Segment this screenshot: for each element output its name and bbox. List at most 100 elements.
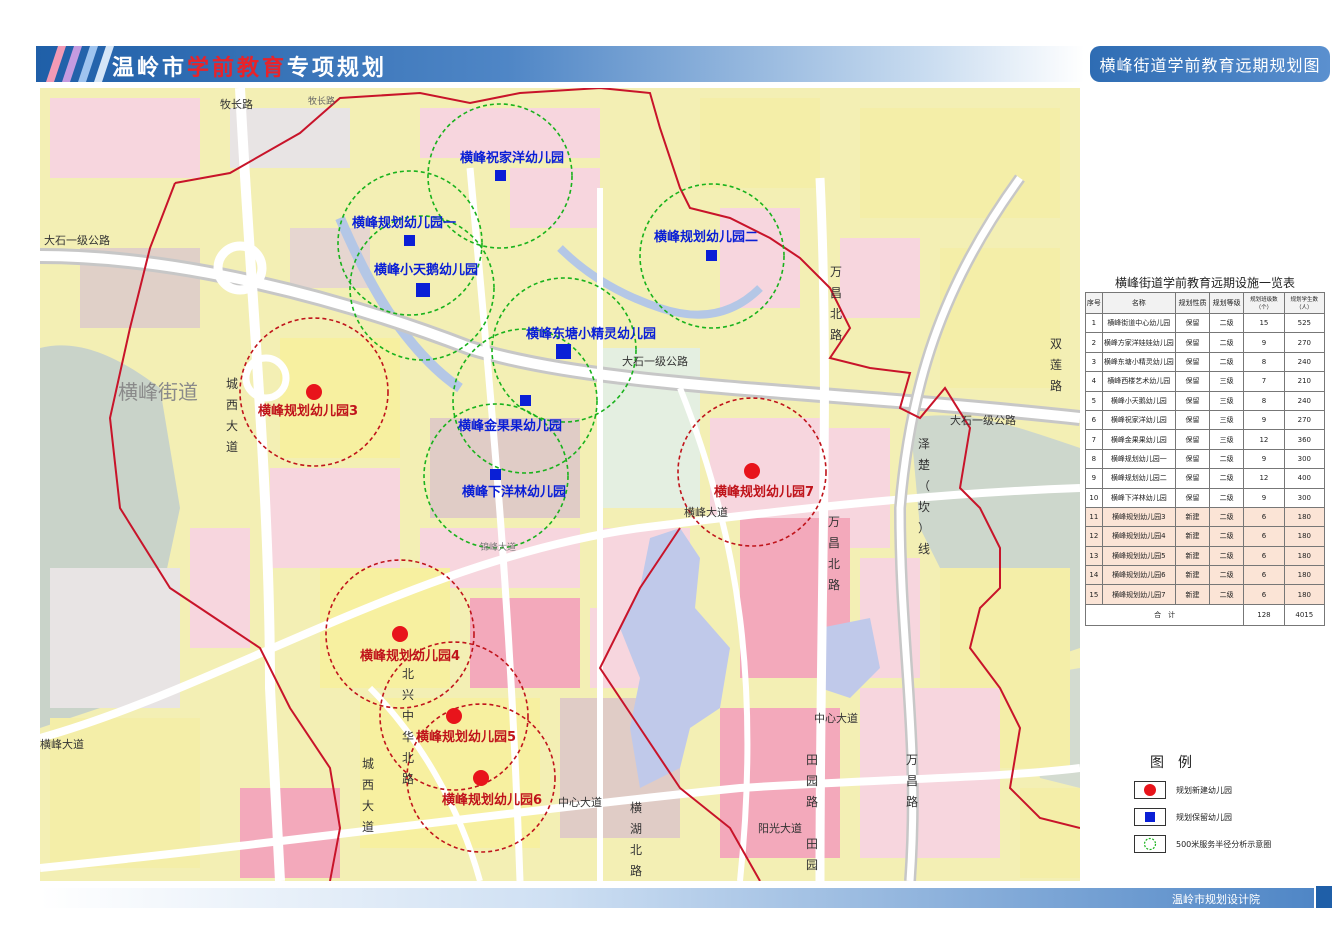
table-cell: 15 xyxy=(1243,312,1285,334)
table-cell: 横峰下洋林幼儿园 xyxy=(1101,487,1176,508)
table-cell: 保留 xyxy=(1174,429,1211,450)
table-row: 2 横峰方家洋娃娃幼儿园 保留 二级 9 270 xyxy=(1085,332,1326,353)
legend-item-new: 规划新建幼儿园 xyxy=(1134,781,1232,799)
table-cell: 保留 xyxy=(1174,371,1211,392)
new-marker[interactable] xyxy=(306,384,322,400)
table-cell: 保留 xyxy=(1174,351,1211,373)
table-cell: 6 xyxy=(1243,565,1285,586)
col-header-classes: 规划班级数（个） xyxy=(1243,292,1285,314)
table-cell: 保留 xyxy=(1174,312,1211,334)
table-cell: 横峰规划幼儿园3 xyxy=(1101,506,1176,528)
retained-school-label: 横峰祝家洋幼儿园 xyxy=(460,150,564,166)
table-row: 5 横峰小天鹅幼儿园 保留 三级 8 240 xyxy=(1085,390,1326,411)
table-cell: 8 xyxy=(1243,390,1285,411)
table-cell: 12 xyxy=(1085,526,1103,547)
table-cell: 横峰规划幼儿园7 xyxy=(1101,584,1176,605)
table-cell: 保留 xyxy=(1174,390,1211,411)
table-cell: 8 xyxy=(1243,351,1285,373)
table-row: 13 横峰规划幼儿园5 新建 二级 6 180 xyxy=(1085,545,1326,567)
legend-symbol-box xyxy=(1134,808,1166,826)
col-header-grade: 规划等级 xyxy=(1209,292,1245,314)
table-cell: 180 xyxy=(1283,584,1326,605)
legend-title: 图例 xyxy=(1150,755,1206,771)
retained-school-label: 横峰小天鹅幼儿园 xyxy=(374,262,478,278)
district-label: 横峰街道 xyxy=(118,380,198,404)
table-cell: 保留 xyxy=(1174,448,1211,470)
road-label: 中心大道 xyxy=(814,711,858,725)
table-row: 6 横峰祝家洋幼儿园 保留 三级 9 270 xyxy=(1085,409,1326,431)
new-marker[interactable] xyxy=(392,626,408,642)
red-dot-icon xyxy=(1144,784,1156,796)
table-cell: 6 xyxy=(1085,409,1103,431)
table-body: 1 横峰街道中心幼儿园 保留 二级 15 525 2 横峰方家洋娃娃幼儿园 保留 二级 9 270 3 横… xyxy=(1085,312,1326,605)
table-row: 4 横峰西楼艺术幼儿园 保留 三级 7 210 xyxy=(1085,371,1326,392)
table-cell: 7 xyxy=(1243,371,1285,392)
table-row: 15 横峰规划幼儿园7 新建 二级 6 180 xyxy=(1085,584,1326,605)
col-header-index: 序号 xyxy=(1085,292,1103,314)
report-title-type: 专项规划 xyxy=(287,56,388,81)
table-cell: 270 xyxy=(1283,409,1326,431)
legend-label: 500米服务半径分析示意圈 xyxy=(1176,839,1272,849)
table-cell: 9 xyxy=(1243,332,1285,353)
new-school-label: 横峰规划幼儿园7 xyxy=(714,484,814,500)
retained-marker[interactable] xyxy=(556,344,571,359)
table-cell: 横峰规划幼儿园一 xyxy=(1101,448,1176,470)
table-cell: 180 xyxy=(1283,526,1326,547)
new-marker[interactable] xyxy=(473,770,489,786)
col-header-name: 名称 xyxy=(1101,292,1176,314)
road-label-vertical: 万昌路 xyxy=(906,753,918,809)
table-cell: 15 xyxy=(1085,584,1103,605)
table-row: 8 横峰规划幼儿园一 保留 二级 9 300 xyxy=(1085,448,1326,470)
table-cell: 三级 xyxy=(1209,429,1245,450)
table-cell: 360 xyxy=(1283,429,1326,450)
road-label: 横峰大道 xyxy=(684,505,728,519)
table-cell: 横峰西楼艺术幼儿园 xyxy=(1101,371,1176,392)
retained-marker[interactable] xyxy=(416,283,430,297)
table-cell: 三级 xyxy=(1209,390,1245,411)
table-total-row: 合 计 128 4015 xyxy=(1084,603,1326,626)
table-cell: 7 xyxy=(1085,429,1103,450)
table-cell: 6 xyxy=(1243,584,1285,605)
table-row: 10 横峰下洋林幼儿园 保留 二级 9 300 xyxy=(1085,487,1326,508)
table-cell: 14 xyxy=(1085,565,1103,586)
table-cell: 240 xyxy=(1283,351,1326,373)
footer-bar xyxy=(40,888,1314,908)
table-cell: 横峰东塘小精灵幼儿园 xyxy=(1101,351,1176,373)
table-title: 横峰街道学前教育远期设施一览表 xyxy=(1114,276,1295,290)
table-row: 14 横峰规划幼儿园6 新建 二级 6 180 xyxy=(1085,565,1326,586)
new-school-label: 横峰规划幼儿园6 xyxy=(442,792,542,808)
table-cell: 二级 xyxy=(1209,312,1245,334)
retained-marker[interactable] xyxy=(490,469,501,480)
retained-marker[interactable] xyxy=(706,250,717,261)
road-label: 大石一级公路 xyxy=(950,413,1016,427)
table-cell: 保留 xyxy=(1174,468,1211,489)
planning-map[interactable]: 横峰街道 牧长路 牧长路 大石一级公路 大石一级公路 大石一级公路 横峰大道 横… xyxy=(40,88,1080,881)
footer-accent-block xyxy=(1316,886,1332,908)
retained-school-label: 横峰规划幼儿园二 xyxy=(654,229,758,245)
table-row: 7 横峰金果果幼儿园 保留 三级 12 360 xyxy=(1085,429,1326,450)
road-label: 横峰大道 xyxy=(40,737,84,751)
table-cell: 三级 xyxy=(1209,371,1245,392)
new-school-label: 横峰规划幼儿园4 xyxy=(360,648,460,664)
table-cell: 二级 xyxy=(1209,545,1245,567)
table-row: 1 横峰街道中心幼儿园 保留 二级 15 525 xyxy=(1085,312,1326,334)
facility-table: 序号 名称 规划性质 规划等级 规划班级数（个） 规划学生数（人） 1 横峰街道中… xyxy=(1084,292,1326,626)
table-cell: 240 xyxy=(1283,390,1326,411)
table-cell: 新建 xyxy=(1174,545,1211,567)
table-cell: 9 xyxy=(1085,468,1103,489)
table-cell: 10 xyxy=(1085,487,1103,508)
new-marker[interactable] xyxy=(744,463,760,479)
table-cell: 横峰祝家洋幼儿园 xyxy=(1101,409,1176,431)
table-cell: 180 xyxy=(1283,565,1326,586)
table-cell: 二级 xyxy=(1209,506,1245,528)
table-cell: 横峰规划幼儿园4 xyxy=(1101,526,1176,547)
table-cell: 13 xyxy=(1085,545,1103,567)
table-row: 3 横峰东塘小精灵幼儿园 保留 二级 8 240 xyxy=(1085,351,1326,373)
retained-marker[interactable] xyxy=(520,395,531,406)
retained-marker[interactable] xyxy=(404,235,415,246)
table-cell: 12 xyxy=(1243,468,1285,489)
new-marker[interactable] xyxy=(446,708,462,724)
table-cell: 横峰方家洋娃娃幼儿园 xyxy=(1101,332,1176,353)
retained-marker[interactable] xyxy=(495,170,506,181)
table-cell: 1 xyxy=(1085,312,1103,334)
